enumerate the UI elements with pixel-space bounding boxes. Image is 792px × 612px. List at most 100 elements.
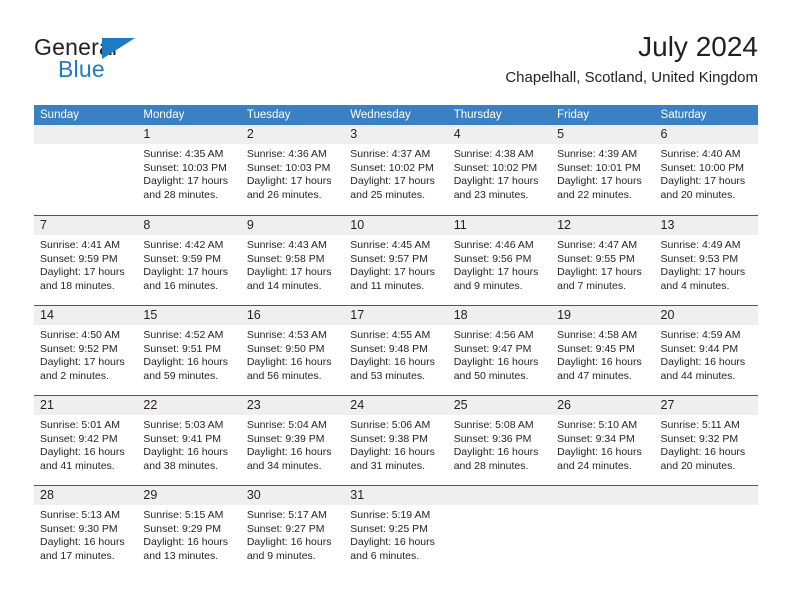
calendar-day-cell[interactable]: 28 Sunrise: 5:13 AM Sunset: 9:30 PM Dayligh…: [34, 486, 138, 575]
calendar-day-cell[interactable]: 25 Sunrise: 5:08 AM Sunset: 9:36 PM Dayligh…: [447, 396, 552, 485]
day-sun-info: Sunrise: 5:01 AM Sunset: 9:42 PM Daylight:…: [34, 415, 137, 473]
day-number-band: 9: [240, 216, 345, 235]
calendar-day-cell[interactable]: 20 Sunrise: 4:59 AM Sunset: 9:44 PM Dayligh…: [654, 306, 758, 395]
sunrise-text: Sunrise: 4:50 AM: [40, 329, 120, 341]
calendar-day-cell[interactable]: 31 Sunrise: 5:19 AM Sunset: 9:25 PM Dayligh…: [344, 486, 448, 575]
day-number: 8: [143, 218, 151, 232]
daylight-text-line2: and 34 minutes.: [246, 459, 322, 472]
calendar-grid: Sunday Monday Tuesday Wednesday Thursday Frid…: [34, 105, 758, 575]
daylight-text-line2: and 23 minutes.: [453, 188, 529, 201]
sunset-text: Sunset: 9:44 PM: [660, 342, 739, 355]
page-header: General Blue July 2024 Chapelhall, Scotl…: [34, 30, 758, 98]
calendar-week-row: 28 Sunrise: 5:13 AM Sunset: 9:30 PM Dayligh…: [34, 485, 758, 575]
calendar-day-cell[interactable]: 29 Sunrise: 5:15 AM Sunset: 9:29 PM Dayligh…: [137, 486, 241, 575]
calendar-day-cell[interactable]: 17 Sunrise: 4:55 AM Sunset: 9:48 PM Dayligh…: [344, 306, 448, 395]
calendar-day-cell[interactable]: 7 Sunrise: 4:41 AM Sunset: 9:59 PM Daylight…: [34, 216, 138, 305]
calendar-weeks: 1 Sunrise: 4:35 AM Sunset: 10:03 PM Dayligh…: [34, 125, 758, 575]
daylight-text-line2: and 9 minutes.: [453, 279, 523, 292]
day-number-band: 16: [240, 306, 345, 325]
calendar-day-cell[interactable]: 18 Sunrise: 4:56 AM Sunset: 9:47 PM Dayligh…: [447, 306, 552, 395]
calendar-week-row: 1 Sunrise: 4:35 AM Sunset: 10:03 PM Dayligh…: [34, 125, 758, 215]
daylight-text-line1: Daylight: 17 hours: [350, 266, 435, 279]
day-number: 13: [660, 218, 675, 232]
calendar-day-cell[interactable]: 22 Sunrise: 5:03 AM Sunset: 9:41 PM Dayligh…: [137, 396, 241, 485]
calendar-day-cell[interactable]: 30 Sunrise: 5:17 AM Sunset: 9:27 PM Dayligh…: [240, 486, 345, 575]
calendar-day-cell[interactable]: 19 Sunrise: 4:58 AM Sunset: 9:45 PM Dayligh…: [551, 306, 655, 395]
calendar-day-cell[interactable]: 16 Sunrise: 4:53 AM Sunset: 9:50 PM Dayligh…: [240, 306, 345, 395]
sunrise-text: Sunrise: 4:58 AM: [557, 329, 638, 341]
day-number-band: 8: [137, 216, 241, 235]
calendar-day-cell[interactable]: 8 Sunrise: 4:42 AM Sunset: 9:59 PM Daylight…: [137, 216, 241, 305]
day-sun-info: Sunrise: 4:41 AM Sunset: 9:59 PM Daylight:…: [34, 235, 137, 293]
sunset-text: Sunset: 9:30 PM: [40, 522, 118, 535]
day-number-band: 1: [137, 125, 241, 144]
calendar-day-cell[interactable]: 3 Sunrise: 4:37 AM Sunset: 10:02 PM Dayligh…: [344, 125, 448, 215]
day-number: 4: [453, 127, 461, 141]
calendar-day-cell[interactable]: 2 Sunrise: 4:36 AM Sunset: 10:03 PM Dayligh…: [240, 125, 345, 215]
calendar-day-cell[interactable]: 13 Sunrise: 4:49 AM Sunset: 9:53 PM Dayligh…: [654, 216, 758, 305]
day-number: [551, 488, 557, 502]
calendar-day-cell[interactable]: 12 Sunrise: 4:47 AM Sunset: 9:55 PM Dayligh…: [551, 216, 655, 305]
daylight-text-line1: Daylight: 17 hours: [557, 266, 642, 279]
calendar-day-cell[interactable]: 21 Sunrise: 5:01 AM Sunset: 9:42 PM Dayligh…: [34, 396, 138, 485]
day-sun-info: Sunrise: 4:45 AM Sunset: 9:57 PM Daylight:…: [344, 235, 447, 293]
day-number: 24: [350, 398, 365, 412]
daylight-text-line2: and 13 minutes.: [143, 549, 219, 562]
day-number: 3: [350, 127, 358, 141]
day-number: 18: [453, 308, 468, 322]
calendar-day-cell[interactable]: 4 Sunrise: 4:38 AM Sunset: 10:02 PM Dayligh…: [447, 125, 552, 215]
day-number-band: 11: [447, 216, 552, 235]
calendar-day-cell[interactable]: 27 Sunrise: 5:11 AM Sunset: 9:32 PM Dayligh…: [654, 396, 758, 485]
sunrise-text: Sunrise: 4:40 AM: [660, 148, 741, 160]
daylight-text-line1: Daylight: 16 hours: [557, 356, 642, 369]
daylight-text-line1: Daylight: 16 hours: [143, 536, 229, 549]
sunset-text: Sunset: 9:32 PM: [660, 432, 739, 445]
sunrise-text: Sunrise: 4:35 AM: [143, 148, 224, 160]
daylight-text-line2: and 2 minutes.: [40, 369, 109, 382]
calendar-day-cell[interactable]: 11 Sunrise: 4:46 AM Sunset: 9:56 PM Dayligh…: [447, 216, 552, 305]
calendar-day-cell[interactable]: 26 Sunrise: 5:10 AM Sunset: 9:34 PM Dayligh…: [551, 396, 655, 485]
sunrise-text: Sunrise: 5:10 AM: [557, 419, 638, 431]
calendar-week-row: 21 Sunrise: 5:01 AM Sunset: 9:42 PM Dayligh…: [34, 395, 758, 485]
day-sun-info: Sunrise: 4:56 AM Sunset: 9:47 PM Daylight:…: [448, 325, 551, 383]
day-sun-info: Sunrise: 5:08 AM Sunset: 9:36 PM Daylight:…: [448, 415, 551, 473]
sunset-text: Sunset: 9:52 PM: [40, 342, 118, 355]
day-number: 14: [40, 308, 54, 322]
calendar-day-cell[interactable]: 24 Sunrise: 5:06 AM Sunset: 9:38 PM Dayligh…: [344, 396, 448, 485]
daylight-text-line1: Daylight: 17 hours: [40, 266, 125, 279]
calendar-day-cell[interactable]: 1 Sunrise: 4:35 AM Sunset: 10:03 PM Dayligh…: [137, 125, 241, 215]
sunset-text: Sunset: 10:03 PM: [246, 161, 331, 174]
daylight-text-line1: Daylight: 17 hours: [246, 266, 332, 279]
daylight-text-line2: and 17 minutes.: [40, 549, 115, 562]
calendar-day-cell[interactable]: 10 Sunrise: 4:45 AM Sunset: 9:57 PM Dayligh…: [344, 216, 448, 305]
day-sun-info: Sunrise: 4:47 AM Sunset: 9:55 PM Daylight:…: [551, 235, 654, 293]
calendar-day-cell[interactable]: 9 Sunrise: 4:43 AM Sunset: 9:58 PM Daylight…: [240, 216, 345, 305]
daylight-text-line2: and 47 minutes.: [557, 369, 632, 382]
day-number: 10: [350, 218, 365, 232]
day-number-band: 31: [344, 486, 448, 505]
calendar-day-cell[interactable]: 5 Sunrise: 4:39 AM Sunset: 10:01 PM Dayligh…: [551, 125, 655, 215]
calendar-day-cell[interactable]: 23 Sunrise: 5:04 AM Sunset: 9:39 PM Dayligh…: [240, 396, 345, 485]
day-sun-info: Sunrise: 5:11 AM Sunset: 9:32 PM Daylight:…: [655, 415, 758, 473]
calendar-day-cell[interactable]: 6 Sunrise: 4:40 AM Sunset: 10:00 PM Dayligh…: [654, 125, 758, 215]
day-number: 27: [660, 398, 675, 412]
calendar-day-cell[interactable]: 15 Sunrise: 4:52 AM Sunset: 9:51 PM Dayligh…: [137, 306, 241, 395]
daylight-text-line2: and 28 minutes.: [143, 188, 219, 201]
calendar-day-cell[interactable]: 14 Sunrise: 4:50 AM Sunset: 9:52 PM Dayligh…: [34, 306, 138, 395]
sunrise-text: Sunrise: 5:17 AM: [246, 509, 327, 521]
daylight-text-line2: and 18 minutes.: [40, 279, 115, 292]
day-number-band: 3: [344, 125, 448, 144]
day-number-band: 29: [137, 486, 241, 505]
day-sun-info: Sunrise: 4:58 AM Sunset: 9:45 PM Daylight:…: [551, 325, 654, 383]
weekday-header-tuesday: Tuesday: [246, 109, 291, 121]
day-number-band: 30: [240, 486, 345, 505]
day-number: 17: [350, 308, 365, 322]
day-number-band: 2: [240, 125, 345, 144]
sunset-text: Sunset: 9:48 PM: [350, 342, 428, 355]
day-number-band: 20: [654, 306, 758, 325]
weekday-header-sunday: Sunday: [40, 109, 80, 121]
daylight-text-line1: Daylight: 17 hours: [350, 175, 435, 188]
day-sun-info: Sunrise: 5:06 AM Sunset: 9:38 PM Daylight:…: [344, 415, 447, 473]
sunset-text: Sunset: 9:34 PM: [557, 432, 635, 445]
sunrise-text: Sunrise: 5:15 AM: [143, 509, 224, 521]
